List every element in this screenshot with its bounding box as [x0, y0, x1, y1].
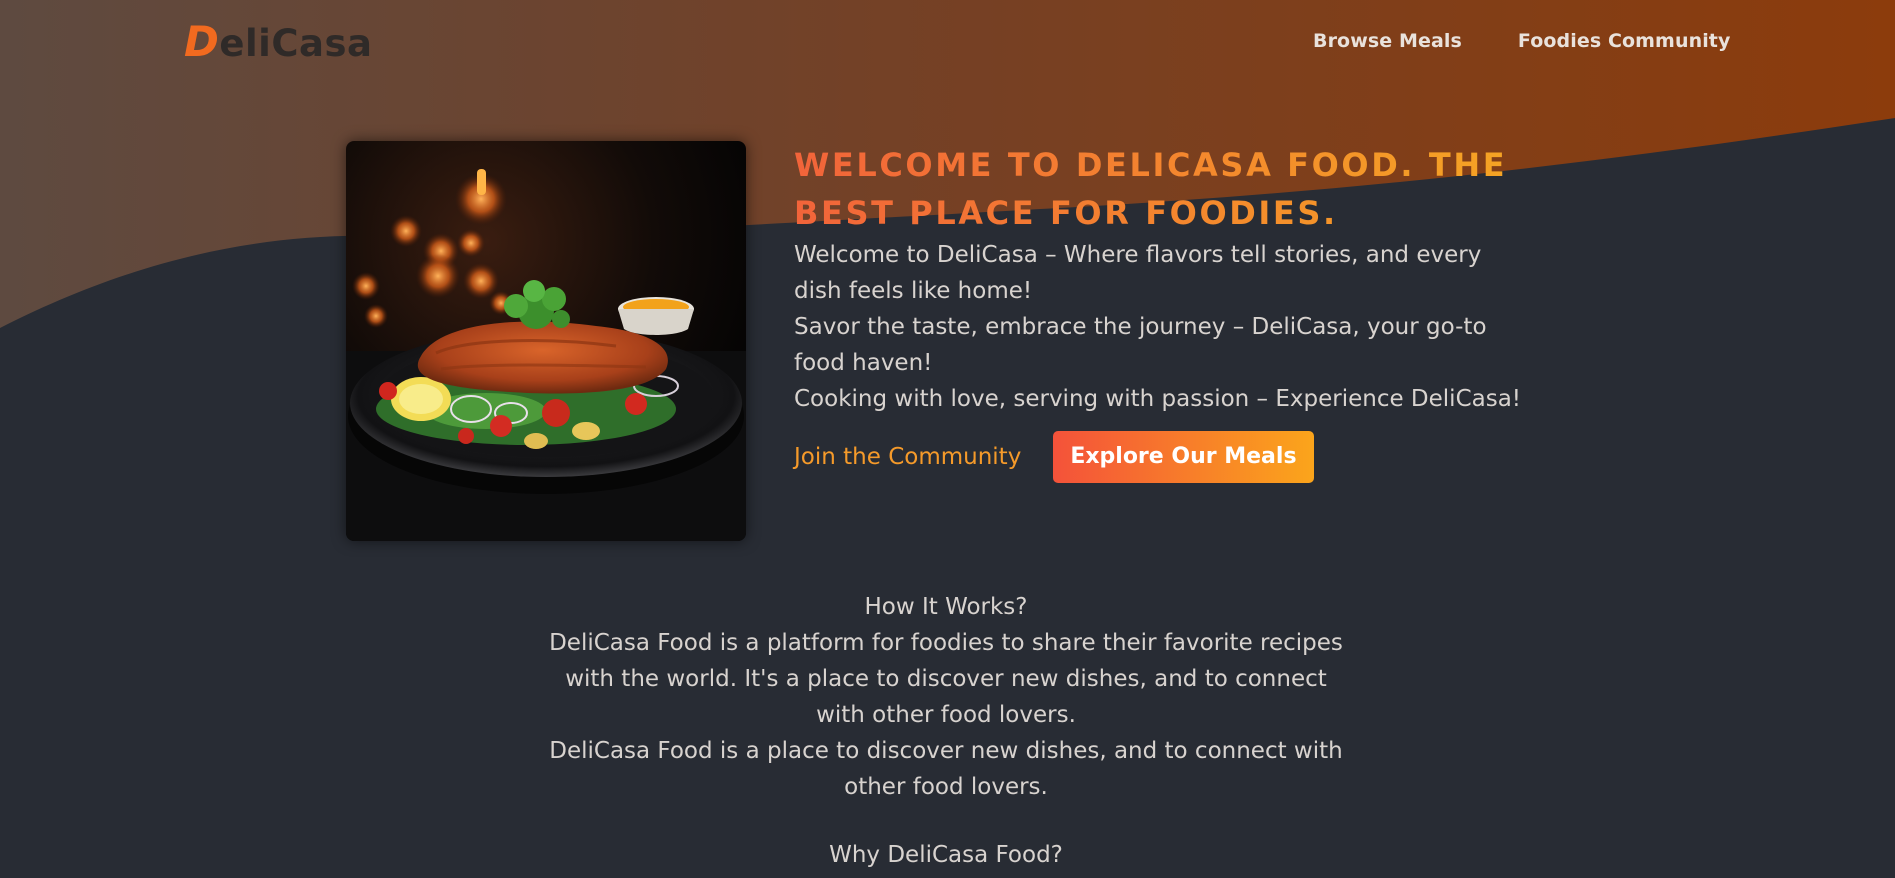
why-delicasa-heading: Why DeliCasa Food? [829, 842, 1063, 868]
hero-description: Welcome to DeliCasa – Where flavors tell… [794, 237, 1534, 417]
hero-line: Welcome to DeliCasa – Where flavors tell… [794, 242, 1482, 304]
explore-meals-button[interactable]: Explore Our Meals [1053, 431, 1314, 483]
hero-line: Cooking with love, serving with passion … [794, 386, 1522, 412]
hero-line: Savor the taste, embrace the journey – D… [794, 314, 1487, 376]
hero-actions: Join the Community Explore Our Meals [794, 431, 1534, 483]
how-it-works-section: How It Works? DeliCasa Food is a platfor… [540, 589, 1352, 805]
join-community-link[interactable]: Join the Community [794, 444, 1021, 470]
schnitzel-plate-illustration [346, 141, 746, 541]
how-it-works-heading: How It Works? [864, 594, 1028, 620]
hero-title: Welcome to DeliCasa Food. The best place… [794, 141, 1534, 237]
logo-initial: D [184, 17, 220, 66]
hero-section: Welcome to DeliCasa Food. The best place… [794, 141, 1534, 483]
nav-browse-meals[interactable]: Browse Meals [1313, 30, 1462, 52]
site-header: DeliCasa Browse Meals Foodies Community [0, 0, 1895, 86]
main-nav: Browse Meals Foodies Community [1313, 30, 1730, 52]
logo-text: eliCasa [219, 22, 373, 65]
logo[interactable]: DeliCasa [184, 17, 372, 66]
nav-foodies-community[interactable]: Foodies Community [1518, 30, 1731, 52]
how-it-works-paragraph: DeliCasa Food is a place to discover new… [549, 738, 1343, 800]
hero-food-image [346, 141, 746, 541]
how-it-works-paragraph: DeliCasa Food is a platform for foodies … [549, 630, 1343, 728]
page: DeliCasa Browse Meals Foodies Community [0, 0, 1895, 878]
